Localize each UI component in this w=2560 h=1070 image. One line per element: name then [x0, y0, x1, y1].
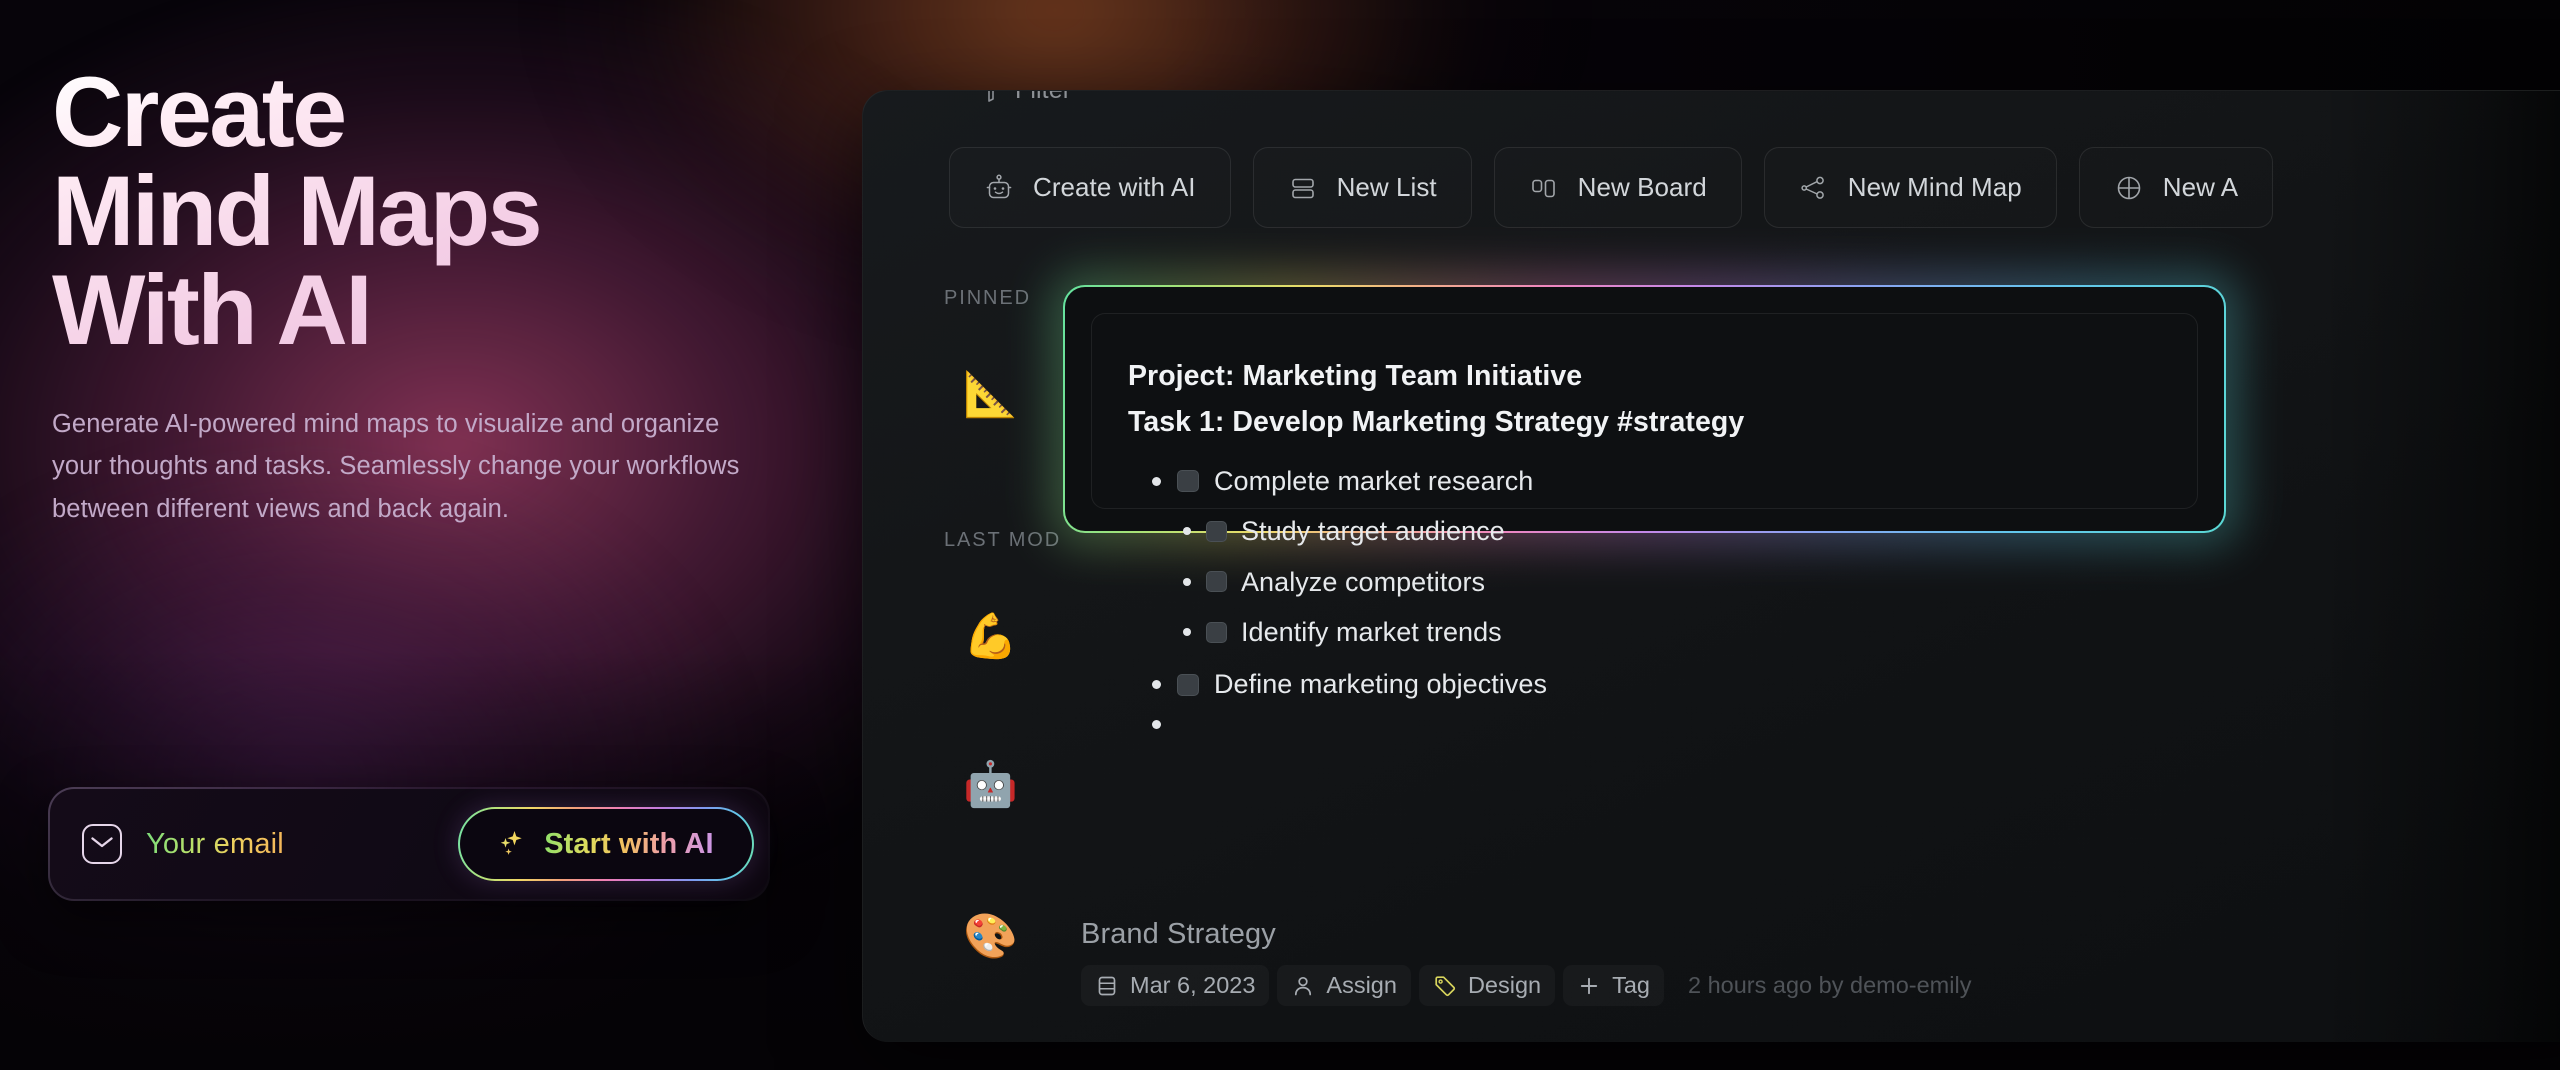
funnel-icon — [988, 91, 994, 102]
tag-label: Design — [1467, 972, 1542, 998]
start-with-ai-button[interactable]: Start with AI — [457, 807, 754, 881]
bullet-dot-icon — [1152, 719, 1161, 729]
tag-icon — [1435, 975, 1456, 996]
checklist-item-label: Study target audience — [1241, 516, 1505, 547]
note-task-title: Task 1: Develop Marketing Strategy #stra… — [1128, 405, 1745, 438]
last-modified-label: 2 hours ago by demo-emily — [1688, 972, 1972, 998]
list-item-emoji-palette: 🎨 — [963, 911, 1018, 962]
checklist-item-label: Complete market research — [1214, 465, 1534, 496]
checklist-item-empty[interactable] — [1128, 719, 2208, 729]
checklist-item-label: Identify market trends — [1241, 616, 1502, 647]
checkbox-icon[interactable] — [1177, 470, 1199, 492]
plus-icon — [1580, 977, 1598, 994]
checklist-item[interactable]: Study target audience — [1128, 515, 2208, 547]
assign-label: Assign — [1326, 972, 1397, 998]
note-document: Project: Marketing Team Initiative Task … — [1128, 360, 2208, 729]
list-row-title: Brand Strategy — [1081, 918, 1276, 950]
bullet-dot-icon — [1152, 476, 1161, 486]
new-board-button[interactable]: New Board — [1493, 147, 1742, 228]
email-signup-form: Your email Start with AI — [48, 787, 770, 901]
person-icon — [1295, 976, 1312, 995]
headline-line-2: Mind Maps — [52, 155, 541, 266]
robot-icon — [986, 174, 1012, 198]
checklist-item[interactable]: Analyze competitors — [1128, 566, 2208, 598]
start-with-ai-label: Start with AI — [544, 827, 714, 860]
checklist-item-label: Analyze competitors — [1241, 566, 1486, 597]
new-all-label: New A — [2162, 172, 2239, 202]
page-title: Create Mind Maps With AI — [52, 62, 842, 359]
calendar-icon — [1098, 976, 1116, 995]
headline-line-3: With AI — [52, 254, 371, 365]
checklist-item[interactable]: Define marketing objectives — [1128, 668, 2208, 700]
add-tag-button[interactable]: Tag — [1563, 965, 1664, 1006]
bullet-dot-icon — [1152, 680, 1161, 690]
toolbar: Create with AI New List New Board New Mi… — [949, 147, 2274, 228]
bullet-dot-icon — [1183, 577, 1191, 586]
new-mind-map-label: New Mind Map — [1847, 172, 2022, 202]
hero-subcopy: Generate AI-powered mind maps to visuali… — [52, 410, 740, 523]
checklist-item[interactable]: Identify market trends — [1128, 616, 2208, 648]
create-with-ai-button[interactable]: Create with AI — [949, 147, 1231, 228]
due-date-label: Mar 6, 2023 — [1130, 972, 1256, 998]
new-list-label: New List — [1336, 172, 1437, 202]
headline-line-1: Create — [52, 56, 345, 167]
mail-icon — [82, 824, 122, 864]
new-board-label: New Board — [1577, 172, 1707, 202]
email-signup-inner: Your email Start with AI — [50, 789, 768, 899]
new-list-button[interactable]: New List — [1252, 147, 1472, 228]
list-item-emoji-robot: 🤖 — [963, 759, 1018, 810]
bullet-dot-icon — [1183, 527, 1191, 536]
tag-chip[interactable]: Design — [1419, 965, 1555, 1006]
list-item-emoji-ruler: 📐 — [963, 369, 1018, 420]
sparkles-icon — [500, 831, 522, 855]
start-with-ai-button-inner: Start with AI — [460, 809, 752, 879]
note-project-title: Project: Marketing Team Initiative — [1128, 360, 1583, 392]
panel-right-fade — [2321, 91, 2560, 1042]
page-root: Create Mind Maps With AI Generate AI-pow… — [0, 0, 2560, 1070]
checklist-item[interactable]: Complete market research — [1128, 465, 2208, 497]
filter-button[interactable]: Filter — [980, 90, 1072, 105]
board-icon — [1531, 179, 1555, 197]
list-item-emoji-bicep: 💪 — [963, 611, 1018, 662]
checkbox-icon[interactable] — [1206, 571, 1227, 593]
checklist-item-label: Define marketing objectives — [1214, 669, 1548, 700]
new-all-button[interactable]: New A — [2078, 147, 2274, 228]
checkbox-icon[interactable] — [1177, 673, 1199, 696]
checkbox-icon[interactable] — [1206, 621, 1227, 643]
list-icon — [1291, 178, 1314, 198]
section-label-pinned: PINNED — [944, 287, 1031, 309]
new-mind-map-button[interactable]: New Mind Map — [1763, 147, 2057, 228]
add-tag-label: Tag — [1612, 972, 1650, 998]
filter-label: Filter — [1015, 90, 1072, 104]
section-label-last-modified: LAST MOD — [944, 529, 1062, 551]
hero-section: Create Mind Maps With AI Generate AI-pow… — [52, 62, 842, 530]
bullet-dot-icon — [1183, 628, 1191, 637]
create-with-ai-label: Create with AI — [1033, 172, 1196, 202]
checkbox-icon[interactable] — [1206, 520, 1227, 542]
list-row[interactable]: Brand Strategy Mar 6, 2023 Assign Design… — [1081, 918, 1985, 1006]
mind-map-icon — [1801, 176, 1824, 199]
last-modified-text: 2 hours ago by demo-emily — [1672, 965, 1985, 1006]
list-row-meta: Mar 6, 2023 Assign Design Tag 2 hours ag… — [1081, 965, 1985, 1006]
assign-chip[interactable]: Assign — [1277, 965, 1411, 1006]
email-input[interactable]: Your email — [146, 828, 284, 861]
due-date-chip[interactable]: Mar 6, 2023 — [1081, 965, 1269, 1006]
grid-circle-icon — [2117, 176, 2141, 199]
